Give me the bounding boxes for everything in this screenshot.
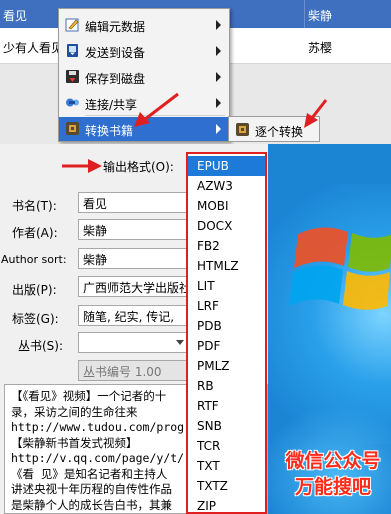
submenu-arrow-icon: [216, 72, 221, 82]
menu-item-label: 发送到设备: [85, 46, 146, 60]
send-device-icon: [65, 43, 80, 58]
annotation-arrow-icon: [62, 159, 102, 173]
column-separator: [304, 0, 305, 28]
menu-item-edit-metadata[interactable]: 编辑元数据: [59, 13, 229, 37]
format-option-rb[interactable]: RB: [188, 376, 265, 396]
output-format-label: 输出格式(O):: [103, 160, 174, 174]
menu-item-label: 保存到磁盘: [85, 72, 146, 86]
author-label: 作者(A):: [12, 226, 58, 240]
submenu-label: 逐个转换: [255, 125, 304, 139]
series-number-field[interactable]: 丛书编号 1.00: [78, 360, 188, 381]
format-option-epub[interactable]: EPUB: [188, 156, 265, 176]
format-option-lrf[interactable]: LRF: [188, 296, 265, 316]
author-field[interactable]: 柴静: [78, 219, 188, 240]
connect-share-icon: [65, 95, 80, 110]
format-option-pmlz[interactable]: PMLZ: [188, 356, 265, 376]
watermark-line: 微信公众号: [285, 450, 381, 472]
tags-field[interactable]: 随笔, 纪实, 传记,: [78, 305, 188, 326]
format-option-lit[interactable]: LIT: [188, 276, 265, 296]
format-option-htmlz[interactable]: HTMLZ: [188, 256, 265, 276]
menu-item-label: 转换书籍: [85, 124, 134, 138]
format-option-pdf[interactable]: PDF: [188, 336, 265, 356]
book-author-cell: 苏樱: [308, 41, 333, 55]
edit-metadata-icon: [65, 17, 80, 32]
watermark-line: 万能搜吧: [294, 476, 371, 498]
book-title-cell: 少有人看见: [3, 41, 64, 55]
format-option-txt[interactable]: TXT: [188, 456, 265, 476]
annotation-arrow-icon: [304, 99, 328, 128]
menu-item-label: 编辑元数据: [85, 20, 146, 34]
submenu-arrow-icon: [216, 98, 221, 108]
submenu-arrow-icon: [216, 46, 221, 56]
save-disk-icon: [65, 69, 80, 84]
author-sort-label: Author sort:: [1, 253, 67, 266]
convert-book-icon: [235, 122, 250, 137]
tags-label: 标签(G):: [12, 312, 59, 326]
title-column-cell: 看见: [3, 9, 28, 23]
menu-item-save-disk[interactable]: 保存到磁盘: [59, 65, 229, 89]
format-option-txtz[interactable]: TXTZ: [188, 476, 265, 496]
title-field[interactable]: 看见: [78, 192, 188, 213]
annotation-arrow-icon: [134, 92, 179, 127]
watermark-text: 微信公众号 万能搜吧: [278, 448, 388, 500]
format-option-docx[interactable]: DOCX: [188, 216, 265, 236]
format-option-fb2[interactable]: FB2: [188, 236, 265, 256]
format-option-snb[interactable]: SNB: [188, 416, 265, 436]
menu-item-send-device[interactable]: 发送到设备: [59, 39, 229, 63]
format-option-mobi[interactable]: MOBI: [188, 196, 265, 216]
format-option-zip[interactable]: ZIP: [188, 496, 265, 514]
series-combo[interactable]: [78, 332, 188, 353]
publisher-label: 出版(P):: [12, 283, 57, 297]
chevron-down-icon[interactable]: [176, 340, 184, 345]
publisher-field[interactable]: 广西师范大学出版社: [78, 276, 188, 297]
format-option-pdb[interactable]: PDB: [188, 316, 265, 336]
author-column-cell: 柴静: [308, 9, 333, 23]
windows-logo-icon: [289, 227, 391, 310]
format-option-azw3[interactable]: AZW3: [188, 176, 265, 196]
format-option-tcr[interactable]: TCR: [188, 436, 265, 456]
convert-book-icon: [65, 121, 80, 136]
submenu-arrow-icon: [216, 124, 221, 134]
title-label: 书名(T):: [12, 199, 57, 213]
author-sort-field[interactable]: 柴静: [78, 248, 188, 269]
series-label: 丛书(S):: [18, 339, 64, 353]
submenu-arrow-icon: [216, 20, 221, 30]
output-format-dropdown[interactable]: EPUB AZW3 MOBI DOCX FB2 HTMLZ LIT LRF PD…: [186, 152, 267, 514]
format-option-rtf[interactable]: RTF: [188, 396, 265, 416]
